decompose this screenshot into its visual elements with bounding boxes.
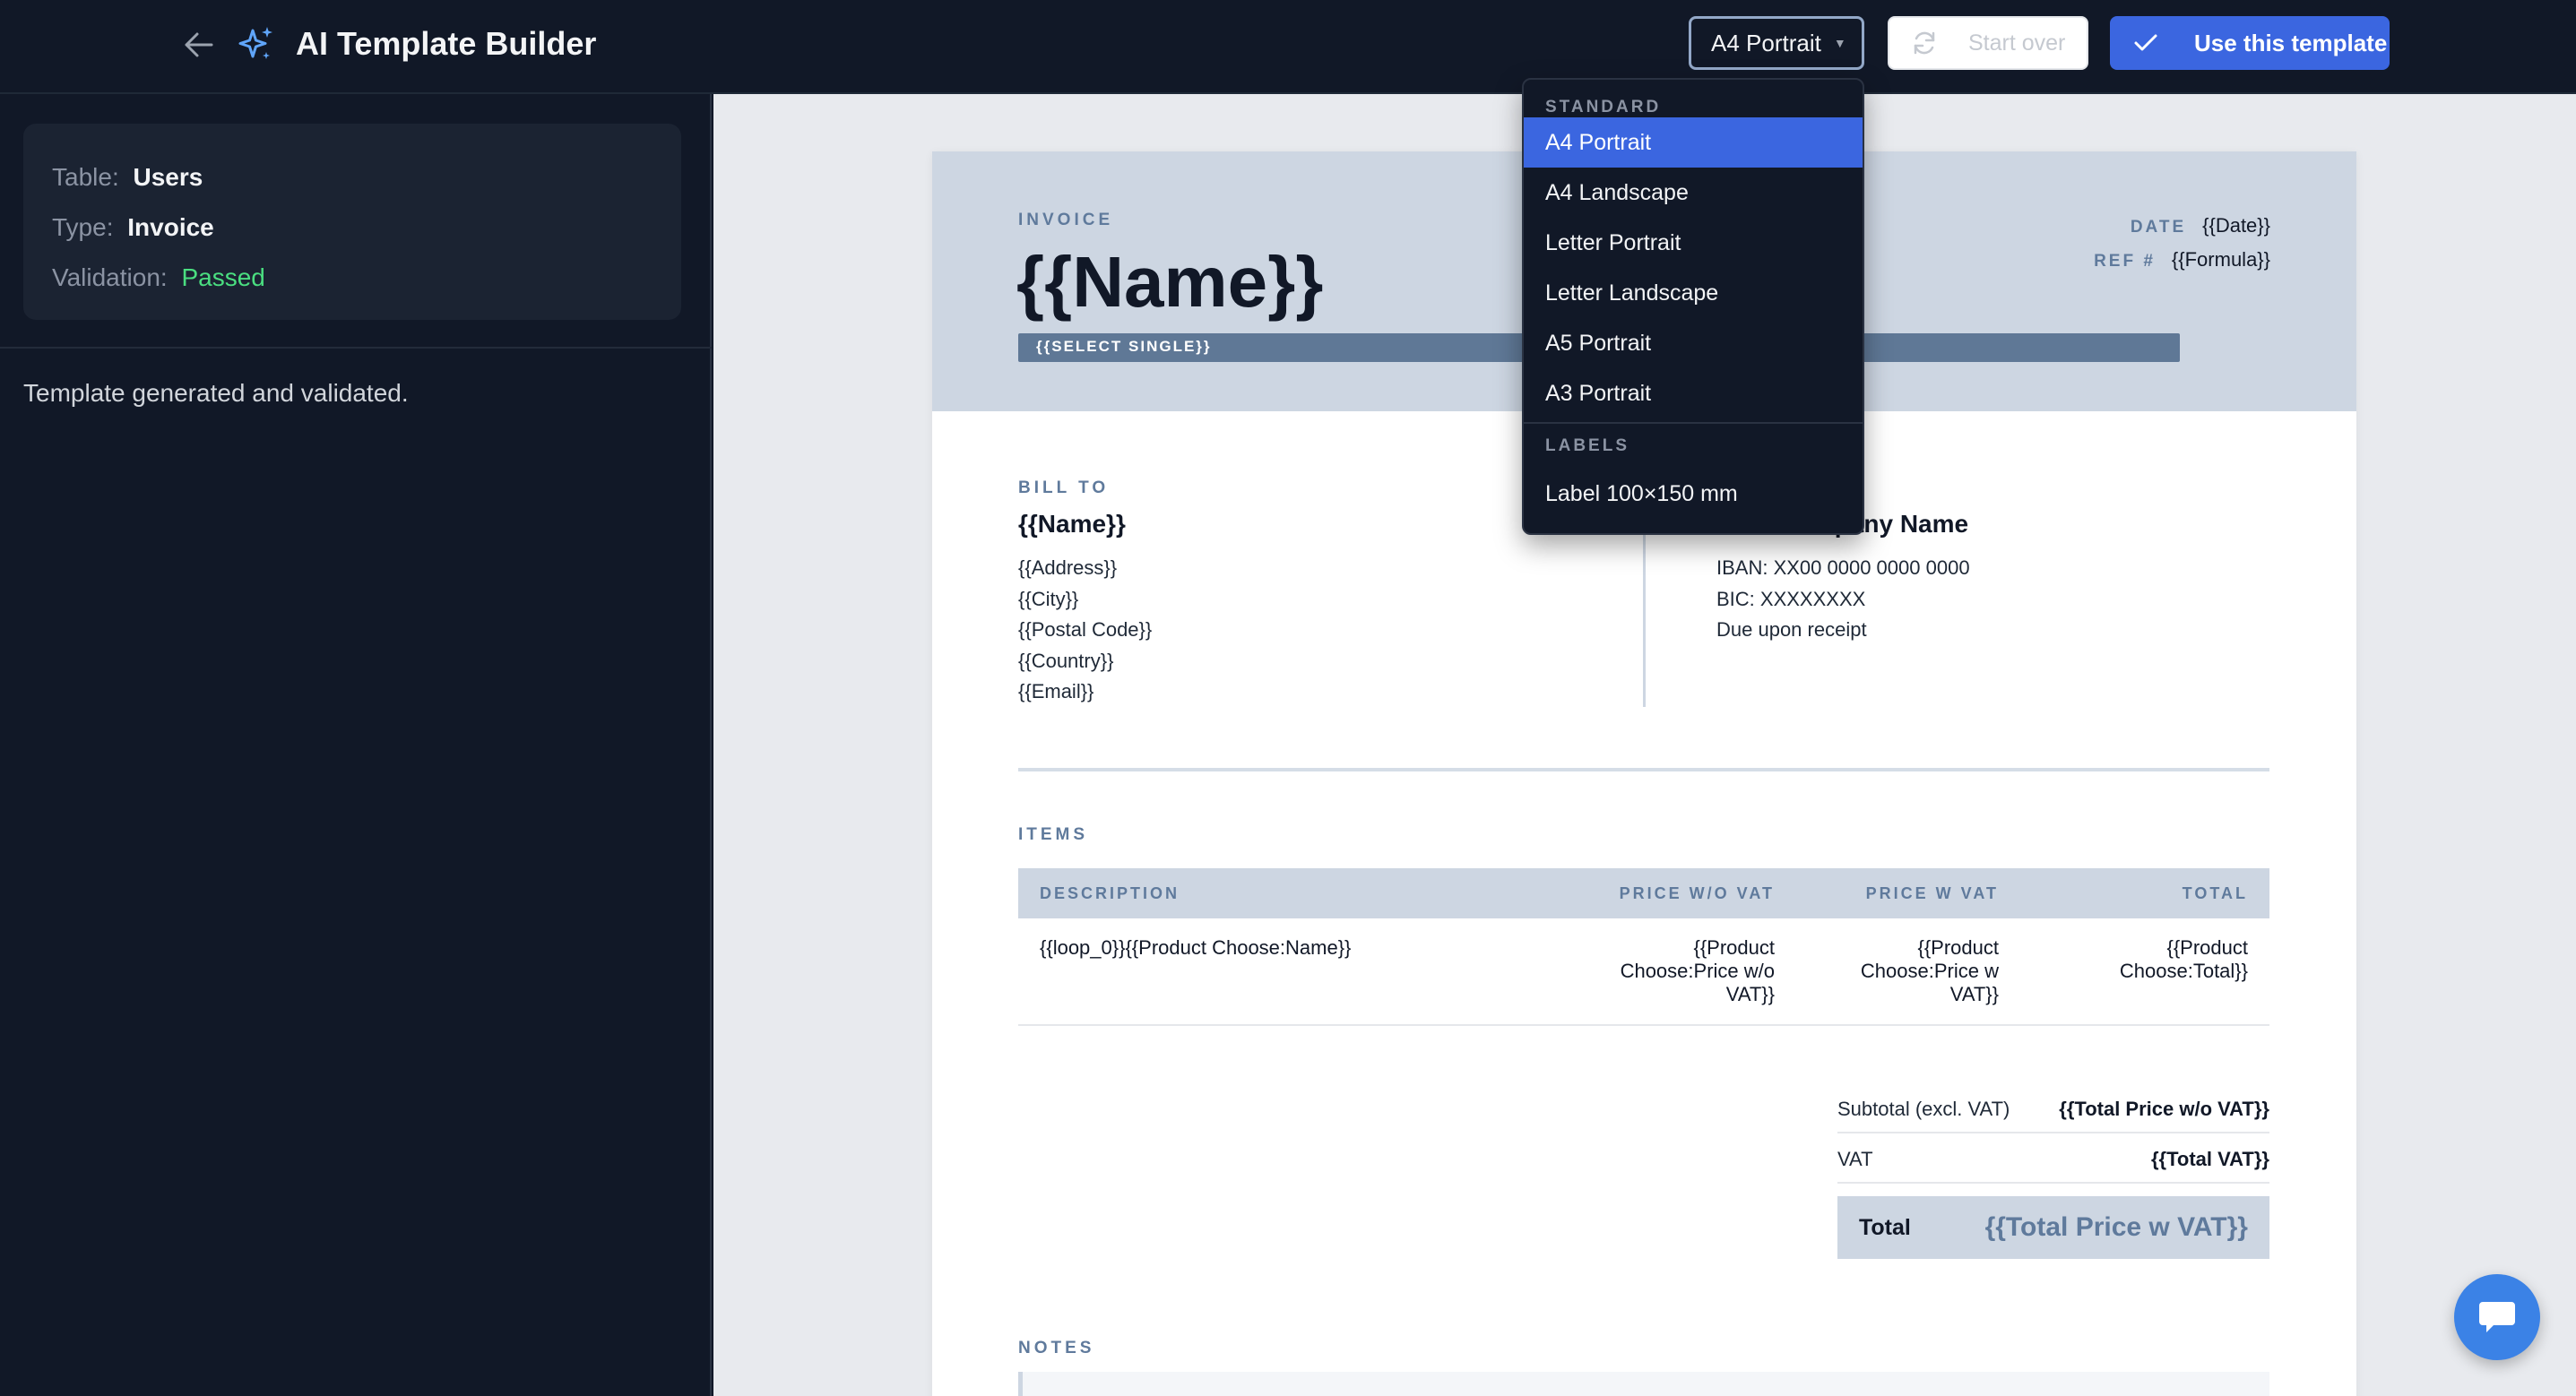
company-line: IBAN: XX00 0000 0000 0000 (1716, 556, 1970, 579)
type-value: Invoice (127, 213, 214, 241)
invoice-date: DATE {{Date}} (2131, 214, 2270, 237)
template-info-card: Table: Users Type: Invoice Validation: P… (23, 124, 681, 320)
cell-line: {{Product (2166, 936, 2248, 959)
chevron-down-icon: ▼ (1833, 36, 1846, 50)
bill-to-line: {{Address}} (1018, 556, 1118, 579)
company-line: BIC: XXXXXXXX (1716, 587, 1866, 610)
info-row-table: Table: Users (52, 152, 653, 203)
bill-to-address: {{Address}} {{City}} {{Postal Code}} {{C… (1018, 553, 1152, 708)
bill-to-line: {{Country}} (1018, 649, 1114, 672)
sparkle-icon (235, 23, 278, 66)
menu-item-letter-landscape[interactable]: Letter Landscape (1524, 268, 1863, 318)
type-label: Type: (52, 213, 114, 241)
page-size-value: A4 Portrait (1711, 29, 1821, 56)
cell-line: VAT}} (1949, 983, 1999, 1005)
page-size-menu: STANDARD A4 Portrait A4 Landscape Letter… (1522, 78, 1864, 535)
vat-row: VAT {{Total VAT}} (1837, 1133, 2269, 1184)
validation-label: Validation: (52, 263, 168, 291)
top-bar: AI Template Builder A4 Portrait ▼ Start … (0, 0, 2576, 94)
invoice-ref: REF # {{Formula}} (2094, 248, 2270, 271)
row-description: {{loop_0}}{{Product Choose:Name}} (1040, 936, 1352, 959)
cell-line: Choose:Price w/o (1620, 960, 1775, 982)
table-header: DESCRIPTION PRICE W/O VAT PRICE W VAT TO… (1018, 868, 2269, 918)
column-header-price-w-vat: PRICE W VAT (1865, 884, 1999, 902)
refresh-icon (1914, 31, 1935, 55)
vertical-divider (1643, 510, 1646, 707)
cell-line: {{Product (1917, 936, 1999, 959)
notes-label: NOTES (1018, 1339, 1095, 1357)
panel-divider (0, 347, 712, 349)
table-label: Table: (52, 163, 119, 191)
status-message: Template generated and validated. (23, 379, 409, 407)
column-header-price-wo-vat: PRICE W/O VAT (1619, 884, 1775, 902)
bill-to-name: {{Name}} (1018, 510, 1126, 538)
back-arrow-icon[interactable] (179, 25, 219, 65)
app-title: AI Template Builder (296, 25, 597, 62)
items-label: ITEMS (1018, 825, 1089, 844)
menu-item-a4-portrait[interactable]: A4 Portrait (1524, 117, 1863, 168)
subtotal-value: {{Total Price w/o VAT}} (2059, 1098, 2269, 1120)
row-price-w-vat: {{Product Choose:Price w VAT}} (1861, 936, 1999, 1006)
row-price-wo-vat: {{Product Choose:Price w/o VAT}} (1621, 936, 1775, 1006)
cell-line: {{Product (1693, 936, 1775, 959)
items-table: DESCRIPTION PRICE W/O VAT PRICE W VAT TO… (1018, 868, 2269, 1026)
cell-line: Choose:Total}} (2119, 960, 2248, 982)
bill-to-label: BILL TO (1018, 478, 1110, 497)
vat-value: {{Total VAT}} (2150, 1148, 2269, 1170)
date-label: DATE (2130, 218, 2187, 237)
column-header-description: DESCRIPTION (1040, 884, 1180, 902)
info-row-type: Type: Invoice (52, 203, 653, 253)
vat-label: VAT (1837, 1148, 1873, 1170)
menu-group-labels: LABELS (1545, 436, 1629, 455)
menu-item-letter-portrait[interactable]: Letter Portrait (1524, 218, 1863, 268)
left-panel: Table: Users Type: Invoice Validation: P… (0, 94, 712, 1396)
notes-box (1018, 1372, 2269, 1396)
cell-line: VAT}} (1725, 983, 1775, 1005)
company-details: IBAN: XX00 0000 0000 0000 BIC: XXXXXXXX … (1716, 553, 1970, 646)
column-header-total: TOTAL (2182, 884, 2248, 902)
company-line: Due upon receipt (1716, 618, 1867, 641)
row-total: {{Product Choose:Total}} (2120, 936, 2248, 983)
chat-icon (2479, 1302, 2515, 1332)
start-over-label: Start over (1968, 30, 2066, 56)
use-template-button[interactable]: Use this template (2110, 16, 2390, 70)
table-value: Users (133, 163, 203, 191)
page-size-select[interactable]: A4 Portrait ▼ (1689, 16, 1864, 70)
subtotal-row: Subtotal (excl. VAT) {{Total Price w/o V… (1837, 1083, 2269, 1133)
invoice-name: {{Name}} (1016, 242, 1324, 322)
menu-item-label-100x150[interactable]: Label 100×150 mm (1524, 469, 1863, 519)
invoice-kicker: INVOICE (1018, 211, 1114, 229)
start-over-button[interactable]: Start over (1888, 16, 2088, 70)
chat-support-button[interactable] (2454, 1274, 2540, 1360)
cell-line: Choose:Price w (1860, 960, 1999, 982)
total-label: Total (1859, 1215, 1911, 1240)
date-value: {{Date}} (2202, 214, 2270, 237)
subtotal-label: Subtotal (excl. VAT) (1837, 1098, 2010, 1120)
ref-value: {{Formula}} (2171, 248, 2270, 271)
bill-to-line: {{Postal Code}} (1018, 618, 1153, 641)
table-row: {{loop_0}}{{Product Choose:Name}} {{Prod… (1018, 918, 2269, 1026)
bill-to-line: {{Email}} (1018, 680, 1094, 702)
info-row-validation: Validation: Passed (52, 253, 653, 303)
menu-item-a5-portrait[interactable]: A5 Portrait (1524, 318, 1863, 368)
menu-group-standard: STANDARD (1545, 98, 1662, 116)
validation-value: Passed (181, 263, 265, 291)
section-divider (1018, 768, 2269, 771)
menu-item-a4-landscape[interactable]: A4 Landscape (1524, 168, 1863, 218)
total-row: Total {{Total Price w VAT}} (1837, 1196, 2269, 1259)
menu-item-a3-portrait[interactable]: A3 Portrait (1524, 368, 1863, 418)
totals-section: Subtotal (excl. VAT) {{Total Price w/o V… (1837, 1083, 2269, 1259)
use-template-label: Use this template (2194, 29, 2388, 56)
select-single-label: {{SELECT SINGLE}} (1036, 338, 1212, 355)
total-value: {{Total Price w VAT}} (1984, 1212, 2248, 1242)
bill-to-line: {{City}} (1018, 587, 1079, 610)
ref-label: REF # (2094, 252, 2156, 271)
check-icon (2134, 34, 2157, 51)
